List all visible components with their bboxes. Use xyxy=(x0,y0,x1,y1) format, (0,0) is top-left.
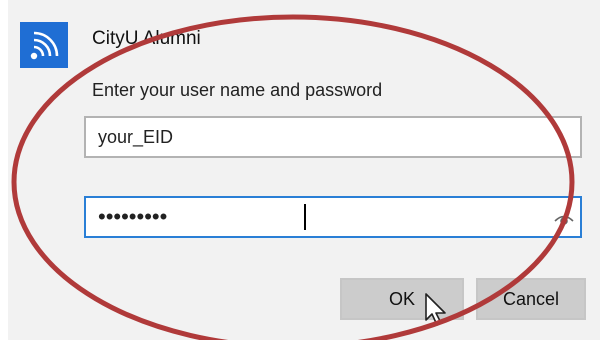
credentials-prompt: Enter your user name and password xyxy=(92,80,383,100)
mouse-pointer-icon xyxy=(425,293,446,326)
password-input[interactable] xyxy=(98,198,538,236)
text-caret xyxy=(304,204,306,230)
wifi-icon xyxy=(20,22,68,68)
network-login-dialog: CityU Alumni Enter your user name and pa… xyxy=(0,0,600,340)
password-field[interactable] xyxy=(84,196,582,238)
left-edge xyxy=(0,0,8,340)
eye-icon[interactable] xyxy=(552,208,576,228)
cancel-button[interactable]: Cancel xyxy=(476,278,586,320)
network-name: CityU Alumni xyxy=(92,28,201,49)
username-input[interactable] xyxy=(98,118,538,156)
username-field[interactable] xyxy=(84,116,582,158)
